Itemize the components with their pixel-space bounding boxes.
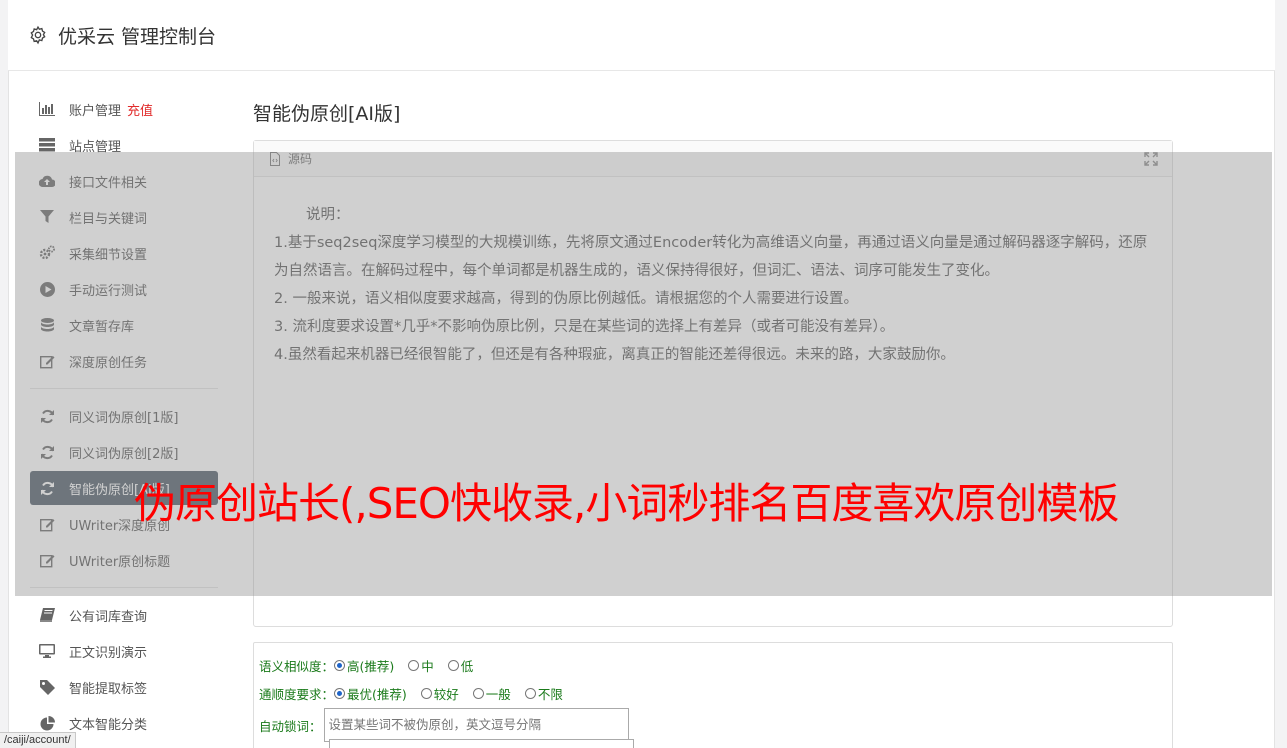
tag-icon <box>39 679 55 695</box>
fluency-option-good[interactable]: 较好 <box>420 684 459 703</box>
pie-chart-icon <box>39 715 55 731</box>
bar-chart-icon <box>39 101 55 117</box>
similarity-option-low[interactable]: 低 <box>447 656 474 675</box>
radio-label: 不限 <box>537 686 563 702</box>
sidebar-item-account[interactable]: 账户管理 充值 <box>30 92 218 126</box>
radio[interactable] <box>524 687 536 699</box>
recharge-link[interactable]: 充值 <box>127 100 153 119</box>
radio[interactable] <box>420 687 432 699</box>
similarity-option-high[interactable]: 高(推荐) <box>334 656 394 675</box>
radio-label: 低 <box>460 658 474 674</box>
fluency-row: 通顺度要求： 最优(推荐) 较好 一般 不限 <box>259 679 1172 707</box>
similarity-option-medium[interactable]: 中 <box>408 656 434 675</box>
gear-icon <box>30 25 46 45</box>
sidebar-item-label: 智能提取标签 <box>69 681 148 697</box>
radio-label: 最优(推荐) <box>347 686 407 702</box>
server-icon <box>39 137 55 153</box>
radio-selected[interactable] <box>334 687 346 699</box>
radio-label: 较好 <box>433 686 459 702</box>
radio-selected[interactable] <box>334 659 346 671</box>
sidebar-item-label: 文本智能分类 <box>69 717 148 733</box>
radio-label: 一般 <box>485 686 511 702</box>
radio-label: 高(推荐) <box>347 658 395 674</box>
similarity-row: 语义相似度： 高(推荐) 中 低 <box>259 651 1172 679</box>
monitor-icon <box>39 643 55 659</box>
page-title: 智能伪原创[AI版] <box>253 103 401 125</box>
lock-words-row: 自动锁词： <box>259 707 1172 743</box>
lock-words-label: 自动锁词： <box>259 718 322 734</box>
sidebar-item-label: 账户管理 <box>69 103 122 119</box>
lock-words-input[interactable] <box>323 708 629 742</box>
settings-panel: 语义相似度： 高(推荐) 中 低 通顺度要求： 最优(推荐) 较好 一般 不限 … <box>253 642 1173 748</box>
sidebar-item-text-recognition[interactable]: 正文识别演示 <box>30 634 218 668</box>
sidebar-item-label: 公有词库查询 <box>69 609 148 625</box>
fluency-option-normal[interactable]: 一般 <box>472 684 511 703</box>
fluency-label: 通顺度要求： <box>259 686 335 702</box>
secondary-input[interactable] <box>329 739 634 748</box>
sidebar-item-extract-tags[interactable]: 智能提取标签 <box>30 670 218 704</box>
browser-status-url: /caiji/account/ <box>0 732 76 748</box>
fluency-option-best[interactable]: 最优(推荐) <box>334 684 407 703</box>
radio[interactable] <box>447 659 459 671</box>
book-icon <box>39 607 55 623</box>
radio[interactable] <box>472 687 484 699</box>
sidebar-item-label: 正文识别演示 <box>69 645 148 661</box>
radio[interactable] <box>408 659 420 671</box>
sidebar-item-public-lexicon[interactable]: 公有词库查询 <box>30 598 218 632</box>
radio-label: 中 <box>421 658 434 674</box>
top-header: 优采云 管理控制台 <box>8 0 1275 71</box>
main-content: 智能伪原创[AI版] <box>253 92 1173 136</box>
similarity-label: 语义相似度： <box>259 658 335 674</box>
app-title: 优采云 管理控制台 <box>58 25 217 48</box>
overlay-banner-text: 伪原创站长(,SEO快收录,小词秒排名百度喜欢原创模板 <box>134 479 1119 528</box>
fluency-option-any[interactable]: 不限 <box>524 684 563 703</box>
